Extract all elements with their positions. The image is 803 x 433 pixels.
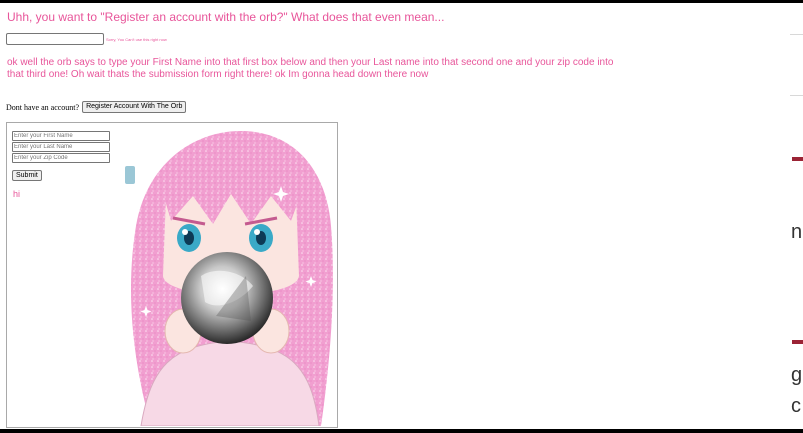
register-orb-button[interactable]: Register Account With The Orb [82,101,187,113]
anime-girl-with-orb-image [125,131,333,426]
accent-bar [792,157,803,161]
orb-text-input[interactable] [6,33,104,45]
unavailable-note: Sorry, You Can't use this right now [106,37,167,42]
divider-line [790,34,803,35]
zip-code-field[interactable] [12,153,110,163]
accent-bar [792,340,803,344]
registration-form: Submit [12,131,112,182]
account-row: Dont have an account? Register Account W… [6,101,187,113]
page-heading: Uhh, you want to "Register an account wi… [7,10,445,24]
orb-instructions: ok well the orb says to type your First … [7,57,614,80]
background-text: n [791,221,803,243]
hair-clip [125,166,135,184]
form-status-text: hi [13,189,21,199]
background-text: c [791,395,801,417]
submit-button[interactable]: Submit [12,170,42,181]
background-window-edge: n g c [790,3,803,429]
registration-frame: Submit hi [6,122,338,428]
divider-line [790,95,803,96]
account-prompt: Dont have an account? [6,102,80,112]
first-name-field[interactable] [12,131,110,141]
page-body: Uhh, you want to "Register an account wi… [0,3,790,429]
background-text: g [791,364,803,386]
last-name-field[interactable] [12,142,110,152]
